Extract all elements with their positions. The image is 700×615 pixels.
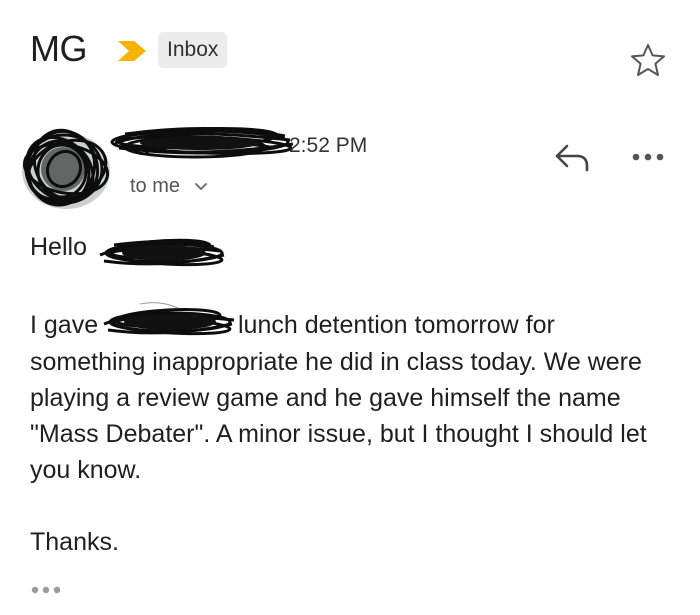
signoff-text: Thanks.: [30, 528, 119, 556]
redacted-recipient-name: [99, 238, 225, 267]
message-time: 2:52 PM: [289, 134, 368, 157]
more-horizontal-icon[interactable]: [630, 150, 666, 164]
redacted-student-name: [103, 302, 235, 336]
star-icon[interactable]: [628, 42, 668, 78]
inbox-label-chip[interactable]: Inbox: [158, 32, 228, 68]
redacted-sender-name[interactable]: [105, 118, 300, 168]
body-text: something inappropriate he did in class …: [30, 348, 647, 484]
greeting-text: Hello: [30, 233, 87, 261]
email-subject: MG: [30, 28, 88, 69]
show-trimmed-content-icon[interactable]: [30, 584, 66, 596]
reply-icon[interactable]: [553, 140, 593, 172]
chevron-down-icon[interactable]: [194, 181, 208, 193]
body-text-line1-start: I gave: [30, 311, 99, 339]
greeting-line: Hello: [30, 233, 225, 277]
importance-marker-icon[interactable]: [116, 40, 148, 62]
recipient-summary[interactable]: to me: [130, 175, 180, 198]
body-text-line1-end: lunch detention tomorrow for: [238, 311, 555, 339]
